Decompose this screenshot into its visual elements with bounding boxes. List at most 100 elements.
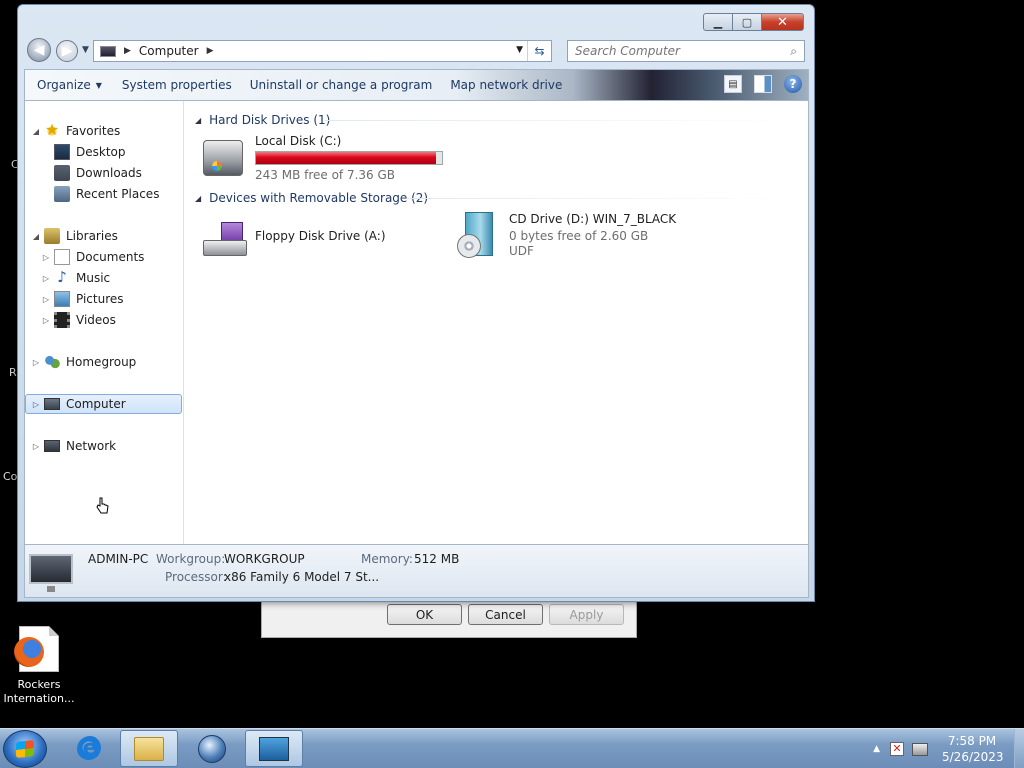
organize-button[interactable]: Organize ▼	[25, 70, 113, 100]
nav-label: Desktop	[76, 145, 126, 159]
cancel-button[interactable]: Cancel	[468, 604, 543, 625]
nav-downloads[interactable]: Downloads	[54, 163, 142, 183]
group-divider	[407, 198, 799, 199]
clock-date: 5/26/2023	[942, 750, 1004, 764]
breadcrumb-separator[interactable]: ▶	[207, 46, 214, 56]
expand-triangle-icon[interactable]: ◢	[31, 232, 41, 241]
computer-name: ADMIN-PC	[88, 552, 149, 566]
nav-label: Pictures	[76, 292, 124, 306]
system-properties-button[interactable]: System properties	[113, 70, 241, 100]
help-icon[interactable]: ?	[784, 75, 802, 93]
clock[interactable]: 7:58 PM 5/26/2023	[942, 733, 1004, 765]
explorer-window: ▁ ▢ ✕ ◀ ▶ ▼ ▶ Computer ▶ ▼ ⇆ ⌕ Organize …	[17, 4, 815, 602]
show-desktop-button[interactable]	[1014, 729, 1024, 768]
map-network-drive-button[interactable]: Map network drive	[441, 70, 571, 100]
group-title: Devices with Removable Storage (2)	[209, 191, 429, 205]
collapsed-triangle-icon[interactable]: ▷	[31, 442, 41, 451]
group-title: Hard Disk Drives (1)	[209, 113, 331, 127]
nav-libraries[interactable]: ◢ Libraries	[31, 226, 118, 246]
search-icon[interactable]: ⌕	[790, 44, 797, 59]
music-note-icon: ♪	[57, 268, 67, 286]
nav-recent-places[interactable]: Recent Places	[54, 184, 159, 204]
drive-floppy-a[interactable]: Floppy Disk Drive (A:)	[201, 214, 386, 258]
nav-label: Recent Places	[76, 187, 160, 201]
group-header-hard-disk-drives[interactable]: ◢ Hard Disk Drives (1)	[195, 112, 330, 128]
address-dropdown-icon[interactable]: ▼	[516, 45, 523, 55]
search-box[interactable]: ⌕	[567, 40, 805, 62]
nav-videos[interactable]: ▷ Videos	[41, 310, 116, 330]
show-hidden-icons-button[interactable]: ▲	[873, 744, 880, 754]
collapse-triangle-icon[interactable]: ◢	[195, 116, 201, 125]
taskbar-windows-explorer[interactable]	[120, 730, 178, 767]
ok-button[interactable]: OK	[387, 604, 462, 625]
refresh-icon: ⇆	[534, 44, 545, 58]
desktop-shortcut-rockers[interactable]: Rockers Internation...	[2, 626, 76, 706]
star-icon: ★	[44, 120, 60, 139]
desktop-label-fragment: R	[9, 366, 17, 379]
collapsed-triangle-icon[interactable]: ▷	[41, 274, 51, 283]
breadcrumb-separator[interactable]: ▶	[124, 46, 131, 56]
collapsed-triangle-icon[interactable]: ▷	[31, 400, 41, 409]
main-pane: ◢ Hard Disk Drives (1) Local Disk (C:) 2…	[185, 101, 809, 544]
uninstall-program-button[interactable]: Uninstall or change a program	[241, 70, 442, 100]
action-center-flag-icon[interactable]: ✕	[890, 742, 904, 756]
nav-favorites[interactable]: ◢ ★ Favorites	[31, 121, 120, 141]
forward-button[interactable]: ▶	[56, 40, 78, 62]
collapsed-triangle-icon[interactable]: ▷	[41, 253, 51, 262]
nav-network[interactable]: ▷ Network	[31, 436, 116, 456]
explorer-content: ◢ ★ Favorites Desktop Downloads Recent P…	[24, 101, 809, 544]
nav-label: Downloads	[76, 166, 142, 180]
internet-explorer-icon: e	[77, 735, 103, 762]
computer-icon	[44, 398, 60, 410]
homegroup-icon	[44, 354, 60, 370]
recent-pages-dropdown[interactable]: ▼	[82, 45, 89, 55]
monitor-icon	[29, 554, 73, 592]
back-button[interactable]: ◀	[27, 38, 51, 62]
nav-pictures[interactable]: ▷ Pictures	[41, 289, 124, 309]
search-input[interactable]	[575, 44, 775, 58]
nav-documents[interactable]: ▷ Documents	[41, 247, 144, 267]
media-player-icon	[198, 734, 226, 763]
documents-icon	[54, 249, 70, 265]
minimize-button[interactable]: ▁	[703, 13, 733, 31]
preview-pane-icon[interactable]	[754, 75, 772, 93]
drive-free-space: 243 MB free of 7.36 GB	[255, 168, 396, 182]
taskbar-media-player[interactable]	[183, 730, 241, 767]
navigation-pane: ◢ ★ Favorites Desktop Downloads Recent P…	[25, 101, 184, 544]
memory-label: Memory:	[361, 552, 413, 566]
collapsed-triangle-icon[interactable]: ▷	[41, 295, 51, 304]
network-status-icon[interactable]	[912, 742, 928, 756]
collapsed-triangle-icon[interactable]: ▷	[41, 316, 51, 325]
workgroup-value: WORKGROUP	[224, 552, 305, 566]
drive-name: Floppy Disk Drive (A:)	[255, 229, 386, 243]
nav-label: Videos	[76, 313, 116, 327]
clock-time: 7:58 PM	[947, 734, 997, 748]
start-button[interactable]	[3, 730, 47, 768]
maximize-button[interactable]: ▢	[733, 13, 761, 31]
nav-label: Network	[66, 439, 117, 453]
nav-desktop[interactable]: Desktop	[54, 142, 126, 162]
expand-triangle-icon[interactable]: ◢	[31, 127, 41, 136]
change-view-icon[interactable]: ▤	[724, 75, 742, 93]
nav-music[interactable]: ▷ ♪ Music	[41, 268, 110, 288]
collapsed-triangle-icon[interactable]: ▷	[31, 358, 41, 367]
taskbar-system-window[interactable]	[245, 730, 303, 767]
caption-buttons: ▁ ▢ ✕	[703, 13, 804, 31]
collapse-triangle-icon[interactable]: ◢	[195, 194, 201, 203]
nav-homegroup[interactable]: ▷ Homegroup	[31, 352, 136, 372]
drive-local-disk-c[interactable]: Local Disk (C:) 243 MB free of 7.36 GB	[201, 134, 443, 182]
address-bar[interactable]: ▶ Computer ▶ ▼ ⇆	[93, 40, 552, 62]
refresh-button[interactable]: ⇆	[527, 41, 551, 61]
system-app-icon	[259, 736, 289, 761]
drive-cd-d[interactable]: CD Drive (D:) WIN_7_BLACK 0 bytes free o…	[455, 212, 676, 258]
nav-label: Music	[76, 271, 111, 285]
close-button[interactable]: ✕	[761, 13, 804, 31]
nav-computer[interactable]: ▷ Computer	[25, 394, 182, 414]
group-header-removable-storage[interactable]: ◢ Devices with Removable Storage (2)	[195, 190, 428, 206]
firefox-shortcut-icon	[14, 626, 59, 672]
drive-name: Local Disk (C:)	[255, 134, 342, 148]
computer-icon	[100, 45, 116, 57]
breadcrumb-computer[interactable]: Computer	[139, 44, 199, 58]
apply-button: Apply	[549, 604, 624, 625]
taskbar-internet-explorer[interactable]: e	[61, 730, 119, 767]
